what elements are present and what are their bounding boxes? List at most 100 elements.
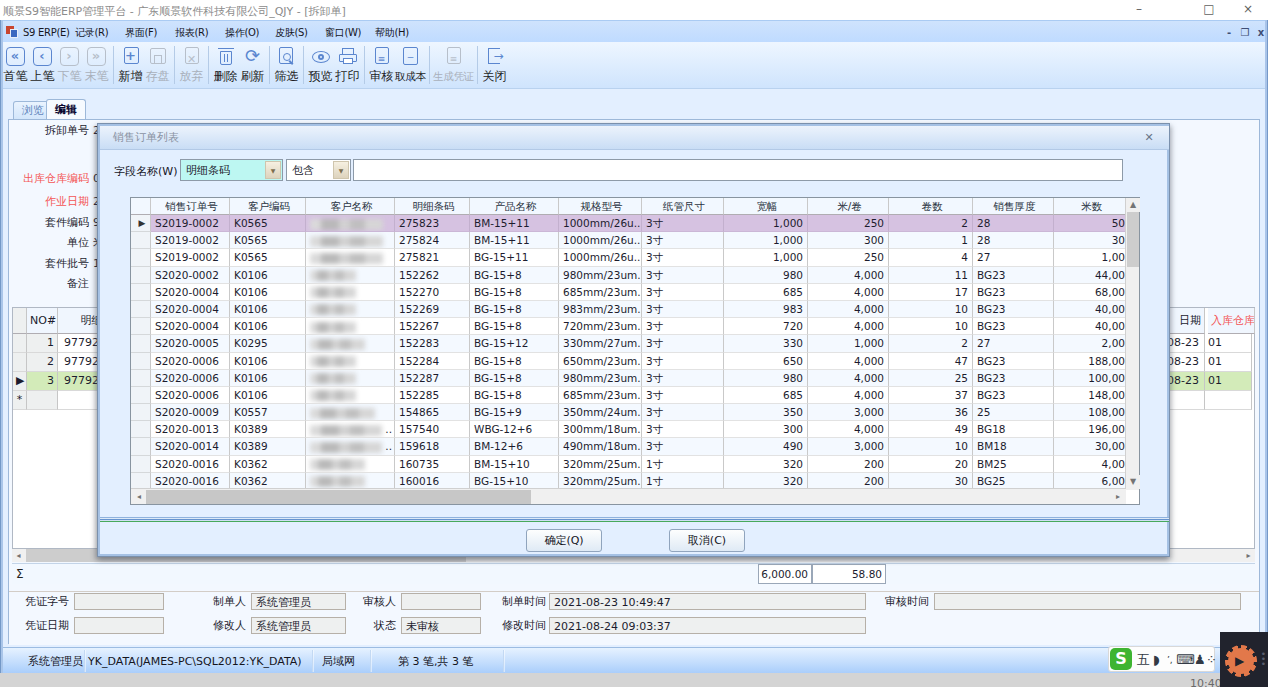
dialog-cell[interactable]: 3寸 bbox=[642, 232, 724, 249]
dialog-cell[interactable]: 300mm/18um... bbox=[559, 421, 642, 438]
menu-item-1[interactable]: 记录(R) bbox=[75, 26, 108, 40]
vscroll-down-arrow[interactable]: ▼ bbox=[1126, 475, 1140, 489]
dialog-cell[interactable]: 4,00 bbox=[1054, 456, 1127, 473]
dialog-cell[interactable]: 4,000 bbox=[808, 267, 889, 284]
toolbar-button-上笔[interactable]: ‹上笔 bbox=[29, 42, 56, 88]
dialog-cell[interactable]: 3寸 bbox=[642, 284, 724, 301]
dialog-cell[interactable] bbox=[306, 249, 395, 266]
dialog-cell[interactable]: 28 bbox=[973, 232, 1054, 249]
dialog-cell[interactable]: K0106 bbox=[230, 301, 306, 318]
dialog-cell[interactable]: 44,00 bbox=[1054, 267, 1127, 284]
dialog-cell[interactable] bbox=[306, 335, 395, 352]
dialog-cell[interactable]: 1寸 bbox=[642, 456, 724, 473]
dialog-cell[interactable]: 1,000 bbox=[724, 249, 808, 266]
dialog-cell[interactable]: BM-12+6 bbox=[470, 438, 559, 455]
dialog-cell[interactable] bbox=[306, 267, 395, 284]
dialog-cell[interactable]: K0565 bbox=[230, 215, 306, 232]
dialog-cell[interactable]: 2,00 bbox=[1054, 335, 1127, 352]
dialog-col-header-2[interactable]: 客户名称 bbox=[306, 198, 395, 215]
dialog-cell[interactable]: 188,00 bbox=[1054, 353, 1127, 370]
dialog-cell[interactable]: 4,000 bbox=[808, 370, 889, 387]
dialog-cell[interactable]: BM25 bbox=[973, 456, 1054, 473]
toolbar-button-关闭[interactable]: →关闭 bbox=[481, 42, 508, 88]
dialog-cell[interactable]: 152285 bbox=[395, 387, 470, 404]
dialog-cell[interactable]: 49 bbox=[889, 421, 973, 438]
dialog-cell[interactable]: S2020-0004 bbox=[151, 301, 230, 318]
sogou-mode-icon[interactable]: 五 bbox=[1137, 651, 1150, 669]
dlg-hscroll-left-arrow[interactable]: ◂ bbox=[132, 490, 146, 504]
dialog-cell[interactable]: 3寸 bbox=[642, 438, 724, 455]
toolbar-button-首笔[interactable]: «首笔 bbox=[2, 42, 29, 88]
dialog-cell[interactable]: K0565 bbox=[230, 232, 306, 249]
dialog-cell[interactable]: BG23 bbox=[973, 301, 1054, 318]
dialog-table-vscrollbar[interactable]: ▲ ▼ bbox=[1125, 198, 1139, 490]
dialog-cell[interactable]: 50 bbox=[1054, 215, 1127, 232]
menu-item-7[interactable]: 帮助(H) bbox=[375, 26, 409, 40]
dialog-cell[interactable]: BG23 bbox=[973, 284, 1054, 301]
dialog-cell[interactable]: 47 bbox=[889, 353, 973, 370]
dialog-cell[interactable]: 2 bbox=[889, 215, 973, 232]
dialog-cell[interactable]: 30,00 bbox=[1054, 438, 1127, 455]
dialog-close-icon[interactable]: ✕ bbox=[1141, 130, 1157, 146]
dialog-cell[interactable]: S2020-0004 bbox=[151, 284, 230, 301]
mdi-restore-button[interactable]: ❐ bbox=[1238, 26, 1252, 40]
dialog-cell[interactable]: BM-15+11 bbox=[470, 215, 559, 232]
dialog-cell[interactable]: 320 bbox=[724, 456, 808, 473]
menu-item-4[interactable]: 操作(O) bbox=[225, 26, 259, 40]
dialog-cell[interactable]: 330 bbox=[724, 335, 808, 352]
dialog-cell[interactable]: BG-15+8 bbox=[470, 267, 559, 284]
sogou-halfmoon-icon[interactable]: ◗ bbox=[1153, 651, 1160, 669]
dialog-cell[interactable]: BG23 bbox=[973, 267, 1054, 284]
toolbar-button-打印[interactable]: 打印 bbox=[334, 42, 361, 88]
dialog-cell[interactable]: 152284 bbox=[395, 353, 470, 370]
sogou-logo-icon[interactable]: S bbox=[1110, 648, 1132, 670]
dialog-cell[interactable]: 4,000 bbox=[808, 353, 889, 370]
dialog-cell[interactable]: 350 bbox=[724, 404, 808, 421]
dialog-col-header-4[interactable]: 产品名称 bbox=[470, 198, 559, 215]
dialog-cell[interactable]: 25 bbox=[889, 370, 973, 387]
dialog-cell[interactable]: 37 bbox=[889, 387, 973, 404]
dialog-cell[interactable]: 1,00 bbox=[1054, 249, 1127, 266]
dialog-cell[interactable]: 980mm/23um... bbox=[559, 267, 642, 284]
dialog-cell[interactable]: 4 bbox=[889, 249, 973, 266]
tab-edit[interactable]: 编辑 bbox=[46, 99, 86, 119]
dialog-cell[interactable]: 980 bbox=[724, 267, 808, 284]
dialog-cell[interactable]: 68,00 bbox=[1054, 284, 1127, 301]
dialog-cell[interactable]: S2019-0002 bbox=[151, 249, 230, 266]
dialog-cell[interactable]: 3寸 bbox=[642, 267, 724, 284]
dialog-cell[interactable]: K0557 bbox=[230, 404, 306, 421]
dialog-titlebar[interactable]: 销售订单列表 bbox=[100, 126, 1169, 150]
dialog-cell[interactable]: 3寸 bbox=[642, 318, 724, 335]
dialog-cell[interactable]: 152283 bbox=[395, 335, 470, 352]
dialog-cell[interactable]: 650 bbox=[724, 353, 808, 370]
vscroll-thumb[interactable] bbox=[1127, 212, 1139, 267]
dialog-cell[interactable]: 1 bbox=[889, 232, 973, 249]
toolbar-button-筛选[interactable]: 筛选 bbox=[273, 42, 300, 88]
dialog-cell[interactable]: BM18 bbox=[973, 438, 1054, 455]
toolbar-button-取成本[interactable]: −+取成本 bbox=[395, 42, 426, 88]
dialog-cell[interactable]: 300 bbox=[724, 421, 808, 438]
dialog-cell[interactable]: 490 bbox=[724, 438, 808, 455]
dialog-cell[interactable] bbox=[306, 215, 395, 232]
menu-item-0[interactable]: S9 ERP(E) bbox=[23, 26, 70, 40]
dialog-cell[interactable]: 108,00 bbox=[1054, 404, 1127, 421]
dialog-cell[interactable]: 3寸 bbox=[642, 353, 724, 370]
window-maximize-button[interactable]: □ bbox=[1192, 0, 1226, 20]
menu-item-6[interactable]: 窗口(W) bbox=[325, 26, 361, 40]
dialog-cell[interactable]: 3寸 bbox=[642, 404, 724, 421]
dialog-cell[interactable]: 685mm/23um... bbox=[559, 387, 642, 404]
dialog-cell[interactable]: .. bbox=[306, 421, 395, 438]
dialog-cell[interactable]: 350mm/24um... bbox=[559, 404, 642, 421]
dialog-cell[interactable]: 152267 bbox=[395, 318, 470, 335]
dialog-col-header-6[interactable]: 纸管尺寸 bbox=[642, 198, 724, 215]
dialog-cell[interactable]: 3,000 bbox=[808, 438, 889, 455]
dialog-cell[interactable]: 983 bbox=[724, 301, 808, 318]
dialog-cell[interactable]: BG-15+8 bbox=[470, 301, 559, 318]
dialog-cell[interactable]: 152269 bbox=[395, 301, 470, 318]
menu-item-2[interactable]: 界面(F) bbox=[125, 26, 157, 40]
window-minimize-button[interactable]: – bbox=[1122, 0, 1156, 20]
dialog-cell[interactable] bbox=[306, 456, 395, 473]
dialog-cell[interactable]: .. bbox=[306, 438, 395, 455]
dialog-cell[interactable]: 152262 bbox=[395, 267, 470, 284]
toolbar-button-刷新[interactable]: ⟳刷新 bbox=[239, 42, 266, 88]
